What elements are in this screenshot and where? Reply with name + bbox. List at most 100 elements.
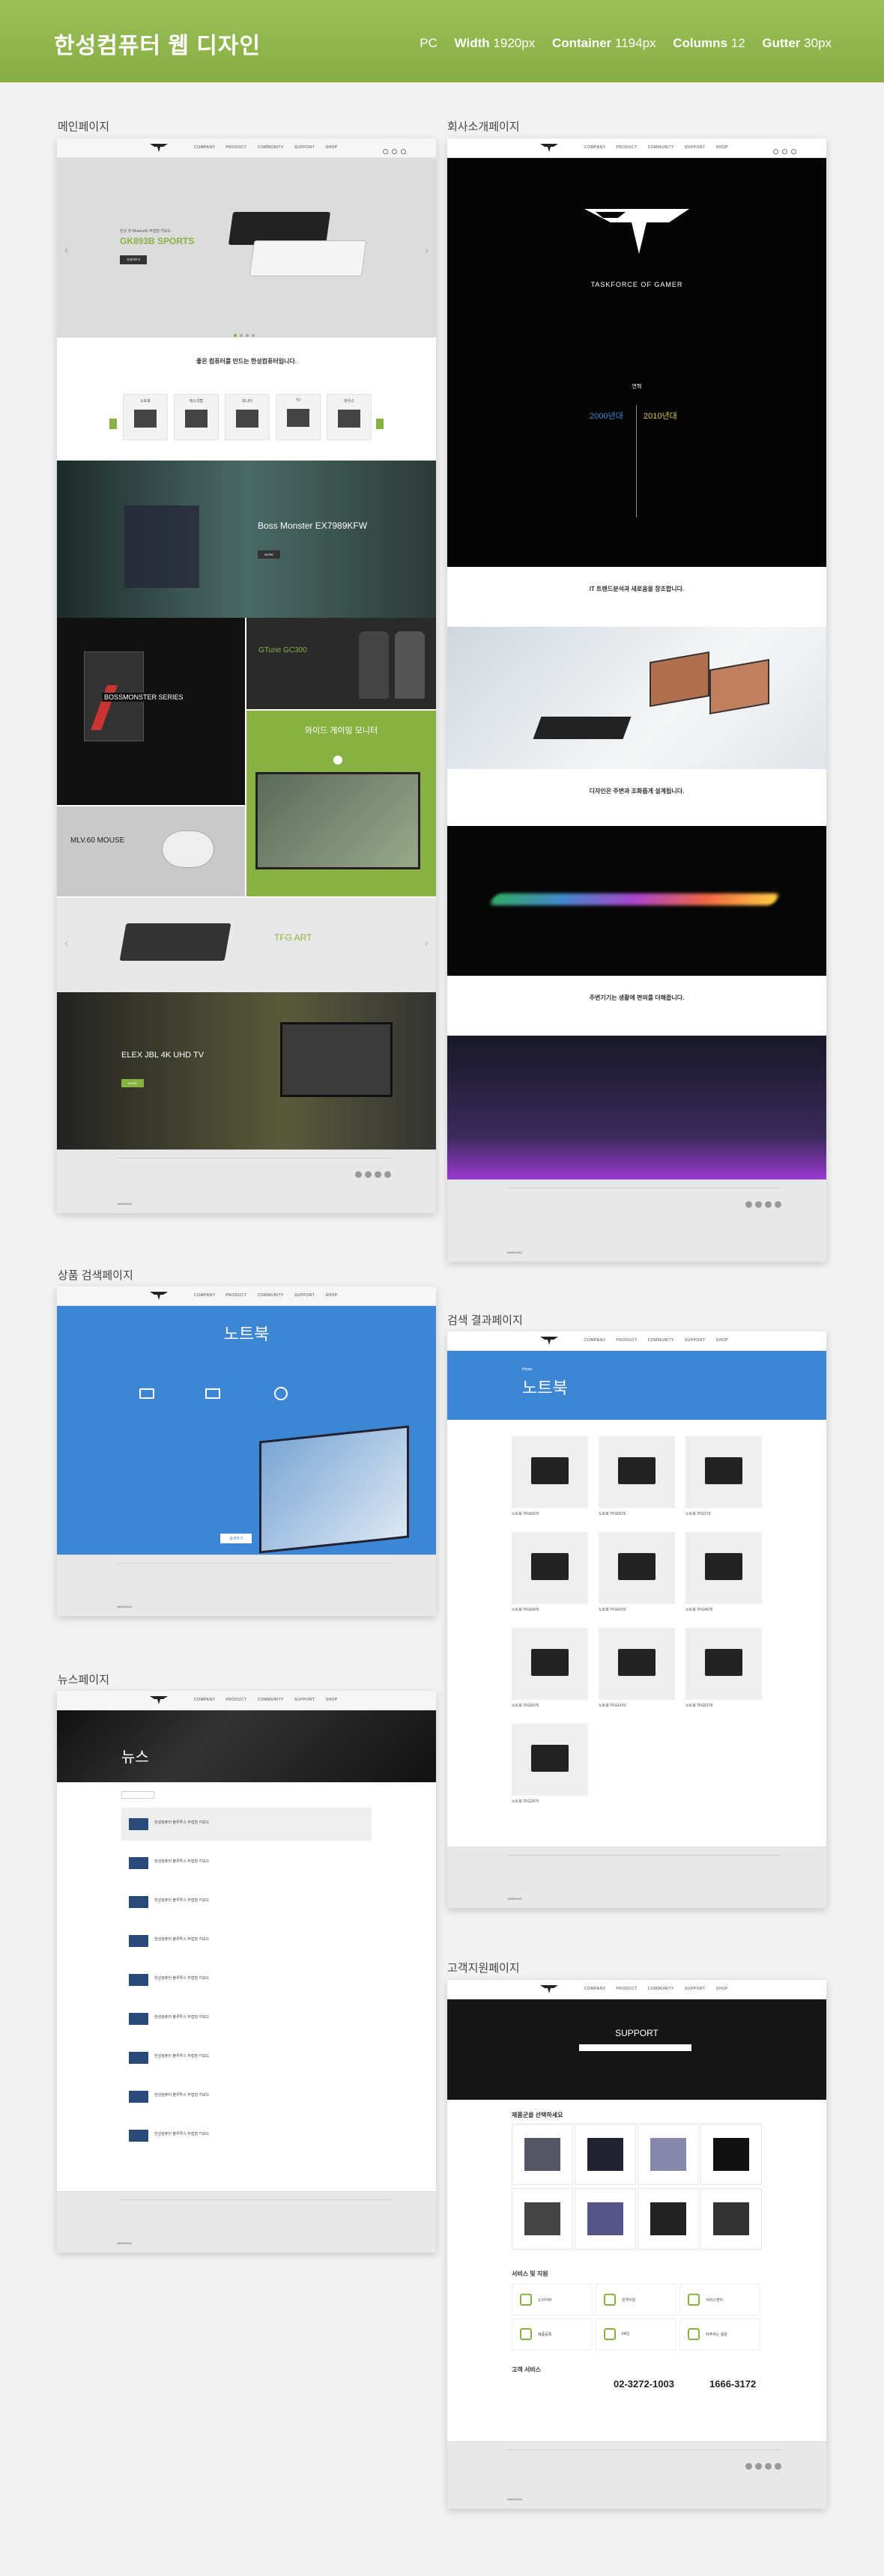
product-card[interactable]: 노트북 TFG5476: [512, 1532, 588, 1614]
instagram-icon[interactable]: [365, 1171, 372, 1178]
category-item[interactable]: 노트북: [123, 394, 168, 440]
support-product-tile[interactable]: [700, 2188, 762, 2250]
news-item[interactable]: 한성컴퓨터 블루투스 무접점 키보드: [121, 2002, 372, 2035]
gutter-label: Gutter: [762, 36, 801, 50]
youtube-icon[interactable]: [375, 1171, 381, 1178]
bossmonster-tile[interactable]: BOSSMONSTER SERIES: [57, 618, 245, 805]
service-icon: [520, 2294, 532, 2306]
support-product-tile[interactable]: [512, 2124, 573, 2185]
category-item[interactable]: 모니터: [225, 394, 270, 440]
youtube-icon[interactable]: [765, 2463, 772, 2470]
product-card[interactable]: 노트북 TFG5470: [512, 1436, 588, 1519]
support-search-input[interactable]: [579, 2044, 691, 2051]
nav-icons[interactable]: [379, 145, 406, 158]
facebook-icon[interactable]: [745, 1201, 752, 1208]
category-item[interactable]: 데스크탑: [174, 394, 219, 440]
mouse-image: [162, 830, 214, 868]
product-card[interactable]: 노트북 TFG5376: [512, 1628, 588, 1710]
arrow-icon[interactable]: [333, 756, 342, 765]
service-item[interactable]: 제품등록: [512, 2318, 593, 2350]
service-item[interactable]: 자주하는 질문: [679, 2318, 760, 2350]
support-product-tile[interactable]: [638, 2188, 699, 2250]
results-crumb[interactable]: Home: [522, 1367, 532, 1372]
news-item[interactable]: 한성컴퓨터 블루투스 무접점 키보드: [121, 1963, 372, 1996]
footer-brand: HANSUNG: [117, 1202, 133, 1206]
service-item[interactable]: 원격지원: [596, 2284, 676, 2315]
product-card[interactable]: 노트북 TFG5176: [685, 1628, 762, 1710]
tfg-art-banner: TFG ART ‹ ›: [57, 898, 436, 992]
search-icon[interactable]: [773, 149, 778, 154]
wide-monitor-tile[interactable]: 와이드 게이밍 모니터: [246, 711, 436, 896]
user-icon[interactable]: [392, 149, 397, 154]
news-item[interactable]: 한성컴퓨터 블루투스 무접점 키보드: [121, 2041, 372, 2074]
support-product-tile[interactable]: [575, 2124, 636, 2185]
results-menu[interactable]: COMPANY PRODUCT COMMUNITY SUPPORT SHOP: [584, 1338, 739, 1343]
blog-icon[interactable]: [775, 2463, 781, 2470]
product-label: 노트북 TFG1470: [599, 1704, 626, 1708]
about-menu[interactable]: COMPANY PRODUCT COMMUNITY SUPPORT SHOP: [584, 145, 739, 150]
service-item[interactable]: 드라이버: [512, 2284, 593, 2315]
news-filter-select[interactable]: [121, 1791, 154, 1799]
monitor-image: [255, 772, 420, 869]
facebook-icon[interactable]: [355, 1171, 362, 1178]
blog-icon[interactable]: [384, 1171, 391, 1178]
category-prev-button[interactable]: [109, 419, 117, 429]
main-menu[interactable]: COMPANY PRODUCT COMMUNITY SUPPORT SHOP: [194, 145, 348, 150]
product-card[interactable]: 노트북 TFG4576: [685, 1532, 762, 1614]
news-item[interactable]: 한성컴퓨터 블루투스 무접점 키보드: [121, 1886, 372, 1919]
news-item[interactable]: 한성컴퓨터 블루투스 무접점 키보드: [121, 1847, 372, 1880]
game-icon[interactable]: [274, 1387, 288, 1400]
laptop-icon: [618, 1553, 656, 1580]
support-product-tile[interactable]: [512, 2188, 573, 2250]
product-card[interactable]: 노트북 TFG5576: [599, 1436, 675, 1519]
gtune-tile[interactable]: GTune GC300: [246, 618, 436, 709]
search-icon[interactable]: [383, 149, 388, 154]
section-label-about: 회사소개페이지: [447, 121, 520, 133]
nav-icons[interactable]: [769, 145, 796, 158]
product-image: [685, 1628, 762, 1700]
laptop-icon[interactable]: [139, 1388, 154, 1399]
boss-button[interactable]: MORE: [258, 550, 280, 559]
support-product-tile[interactable]: [638, 2124, 699, 2185]
blog-icon[interactable]: [775, 1201, 781, 1208]
service-icon: [520, 2328, 532, 2340]
service-item[interactable]: 서비스센터: [679, 2284, 760, 2315]
news-item[interactable]: 한성컴퓨터 블루투스 무접점 키보드: [121, 1808, 372, 1841]
service-item[interactable]: FAQ: [596, 2318, 676, 2350]
results-title: 노트북: [522, 1379, 568, 1397]
category-item[interactable]: TV: [276, 394, 321, 440]
chevron-right-icon[interactable]: ›: [425, 937, 429, 950]
product-card[interactable]: 노트북 TFG2470: [512, 1724, 588, 1806]
tv-button[interactable]: MORE: [121, 1079, 144, 1087]
product-card[interactable]: 노트북 TFG1470: [599, 1628, 675, 1710]
youtube-icon[interactable]: [765, 1201, 772, 1208]
cart-icon[interactable]: [791, 149, 796, 154]
support-product-tile[interactable]: [575, 2188, 636, 2250]
chevron-left-icon[interactable]: ‹: [64, 937, 68, 950]
instagram-icon[interactable]: [755, 2463, 762, 2470]
cart-icon[interactable]: [401, 149, 406, 154]
section-label-news: 뉴스페이지: [58, 1674, 110, 1686]
hero-button[interactable]: 자세히보기: [120, 255, 148, 264]
support-product-tile[interactable]: [700, 2124, 762, 2185]
support-menu[interactable]: COMPANY PRODUCT COMMUNITY SUPPORT SHOP: [584, 1987, 739, 1991]
phone-2: 1666-3172: [709, 2378, 757, 2390]
laptop-icon: [531, 1457, 569, 1484]
desktop-icon[interactable]: [205, 1388, 220, 1399]
category-item[interactable]: 마우스: [327, 394, 372, 440]
mouse-tile[interactable]: MLV.60 MOUSE: [57, 806, 245, 896]
user-icon[interactable]: [782, 149, 787, 154]
news-item[interactable]: 한성컴퓨터 블루투스 무접점 키보드: [121, 2080, 372, 2113]
chevron-left-icon[interactable]: ‹: [64, 244, 68, 258]
facebook-icon[interactable]: [745, 2463, 752, 2470]
product-card[interactable]: 노트북 TFG5470: [599, 1532, 675, 1614]
search-menu[interactable]: COMPANY PRODUCT COMMUNITY SUPPORT SHOP: [194, 1293, 348, 1298]
news-menu[interactable]: COMPANY PRODUCT COMMUNITY SUPPORT SHOP: [194, 1698, 348, 1702]
search-button[interactable]: 검색하기: [220, 1534, 252, 1543]
product-card[interactable]: 노트북 TFG173: [685, 1436, 762, 1519]
category-next-button[interactable]: [376, 419, 384, 429]
instagram-icon[interactable]: [755, 1201, 762, 1208]
chevron-right-icon[interactable]: ›: [425, 244, 429, 258]
news-item[interactable]: 한성컴퓨터 블루투스 무접점 키보드: [121, 2119, 372, 2152]
news-item[interactable]: 한성컴퓨터 블루투스 무접점 키보드: [121, 1925, 372, 1957]
